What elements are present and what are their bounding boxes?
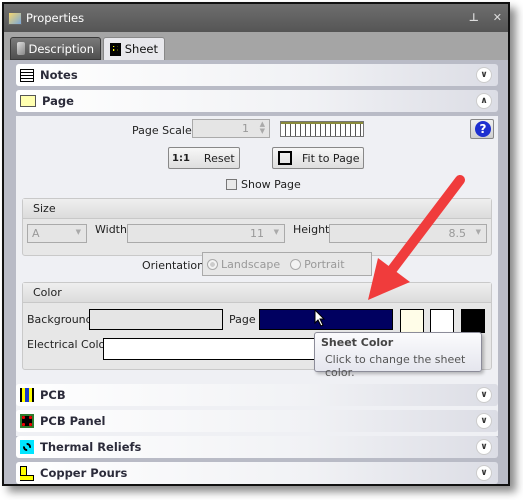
copper-pours-icon — [20, 465, 34, 481]
preset-color-white[interactable] — [430, 309, 454, 333]
dropdown-icon: ▼ — [75, 228, 81, 236]
expand-chevron-icon[interactable]: ∨ — [476, 465, 492, 481]
size-value: A — [32, 227, 40, 240]
expand-chevron-icon[interactable]: ∨ — [476, 67, 492, 83]
section-thermal-reliefs[interactable]: Thermal Reliefs ∨ — [16, 436, 498, 458]
one-to-one-icon: 1:1 — [172, 152, 190, 164]
landscape-radio[interactable]: Landscape — [207, 258, 280, 271]
width-input[interactable]: 11 ▼ — [127, 224, 285, 243]
help-icon: ? — [475, 121, 491, 137]
section-label: Page — [42, 94, 74, 108]
preset-color-cream[interactable] — [400, 309, 424, 333]
width-label: Width — [95, 223, 127, 236]
pin-icon[interactable]: ⊥ — [469, 11, 479, 24]
dropdown-icon: ▼ — [475, 228, 481, 236]
page-scale-input[interactable]: 1 ▲ ▼ — [192, 119, 270, 138]
portrait-radio[interactable]: Portrait — [290, 257, 345, 271]
spinner-icon[interactable]: ▲ ▼ — [260, 121, 265, 135]
title-bar: Properties ⊥ ✕ — [4, 4, 508, 32]
annotation-arrow — [368, 175, 465, 300]
section-label: PCB Panel — [40, 414, 106, 428]
tab-label: Sheet — [124, 42, 158, 56]
tab-sheet[interactable]: Sheet — [103, 37, 165, 60]
tab-description[interactable]: Description — [10, 37, 101, 60]
height-label: Height — [293, 223, 330, 236]
portrait-label: Portrait — [304, 257, 345, 271]
page-scale-label: Page Scale — [132, 124, 192, 137]
properties-icon — [8, 11, 22, 25]
page-scale-value: 1 — [242, 122, 249, 135]
section-label: Copper Pours — [40, 466, 128, 480]
close-icon[interactable]: ✕ — [493, 11, 502, 24]
section-page[interactable]: Page ∧ — [16, 90, 498, 112]
pcb-icon — [20, 388, 34, 402]
tab-strip: Description Sheet — [4, 32, 508, 60]
page-color-swatch[interactable] — [259, 309, 393, 330]
size-select[interactable]: A ▼ — [27, 224, 87, 243]
landscape-label: Landscape — [221, 257, 281, 271]
electrical-color-label: Electrical Color — [27, 338, 110, 351]
radio-icon — [290, 258, 302, 270]
expand-chevron-icon[interactable]: ∨ — [476, 439, 492, 455]
show-page-checkbox[interactable]: Show Page — [226, 178, 301, 191]
collapse-chevron-icon[interactable]: ∧ — [476, 93, 492, 109]
reset-label: Reset — [203, 151, 235, 165]
orientation-label: Orientation — [142, 259, 205, 272]
section-pcb[interactable]: PCB ∨ — [16, 384, 498, 406]
fit-to-page-label: Fit to Page — [302, 151, 360, 165]
page-icon — [20, 95, 36, 107]
expand-chevron-icon[interactable]: ∨ — [476, 387, 492, 403]
help-button[interactable]: ? — [470, 119, 494, 139]
description-icon — [17, 42, 25, 55]
sheet-color-tooltip: Sheet Color Click to change the sheet co… — [314, 332, 482, 379]
section-copper-pours[interactable]: Copper Pours ∨ — [16, 462, 498, 484]
window-title: Properties — [26, 11, 85, 25]
tooltip-title: Sheet Color — [321, 336, 394, 349]
background-color-swatch[interactable] — [89, 309, 223, 330]
radio-icon — [207, 258, 218, 270]
reset-button[interactable]: 1:1 Reset — [168, 147, 240, 169]
section-label: Thermal Reliefs — [40, 440, 142, 454]
tab-label: Description — [28, 41, 95, 56]
mouse-cursor-icon — [314, 309, 326, 327]
section-label: PCB — [40, 388, 66, 402]
expand-chevron-icon[interactable]: ∨ — [476, 413, 492, 429]
page-color-label: Page — [229, 313, 256, 326]
fit-to-page-button[interactable]: Fit to Page — [272, 147, 364, 169]
notes-icon — [20, 68, 34, 82]
preset-color-black[interactable] — [461, 309, 485, 333]
thermal-reliefs-icon — [20, 440, 34, 454]
background-label: Background — [27, 313, 93, 326]
sheet-icon — [110, 42, 121, 56]
fit-to-page-icon — [278, 151, 292, 165]
pcb-panel-icon — [20, 414, 34, 428]
section-label: Notes — [40, 68, 78, 82]
width-value: 11 — [250, 227, 264, 240]
tooltip-body: Click to change the sheet color. — [325, 353, 466, 379]
checkbox-icon[interactable] — [226, 179, 237, 190]
show-page-label: Show Page — [241, 178, 301, 191]
section-pcb-panel[interactable]: PCB Panel ∨ — [16, 410, 498, 432]
scale-slider[interactable] — [280, 121, 364, 137]
orientation-group: Landscape Portrait — [202, 252, 372, 276]
dropdown-icon: ▼ — [273, 228, 279, 236]
section-notes[interactable]: Notes ∨ — [16, 64, 498, 86]
